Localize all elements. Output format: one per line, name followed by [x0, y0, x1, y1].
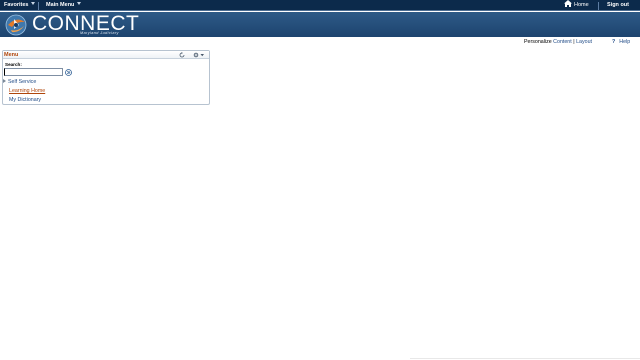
- judiciary-seal-logo: [5, 14, 27, 36]
- chevron-down-icon: [31, 2, 36, 5]
- personalize-content-link[interactable]: Content: [553, 39, 572, 45]
- nav-divider: [598, 2, 599, 10]
- help-label: Help: [619, 39, 631, 45]
- chevron-down-icon: [77, 2, 82, 5]
- footer-divider: [410, 358, 640, 359]
- sign-out-link[interactable]: Sign out: [607, 0, 629, 11]
- menu-link-my-dictionary[interactable]: My Dictionary: [9, 97, 41, 103]
- favorites-menu[interactable]: Favorites: [4, 0, 36, 11]
- personalize-bar: Personalize Content | Layout: [524, 39, 592, 45]
- favorites-label: Favorites: [4, 2, 29, 8]
- sign-out-label: Sign out: [607, 2, 629, 8]
- main-menu[interactable]: Main Menu: [46, 0, 82, 11]
- main-menu-label: Main Menu: [46, 2, 75, 8]
- personalize-separator: |: [573, 39, 575, 45]
- search-go-icon[interactable]: [65, 68, 72, 76]
- help-icon: ?: [612, 39, 616, 45]
- personalize-layout-link[interactable]: Layout: [576, 39, 592, 45]
- header-banner: CONNECT Maryland Judiciary: [0, 12, 640, 37]
- gear-icon[interactable]: [193, 52, 205, 58]
- pagelet-title: Menu: [4, 52, 19, 58]
- menu-link-learning-home[interactable]: Learning Home: [9, 88, 45, 94]
- pagelet-header: Menu: [3, 51, 209, 59]
- home-link[interactable]: Home: [564, 0, 589, 11]
- menu-folder-self-service[interactable]: Self Service: [3, 79, 36, 85]
- expand-arrow-icon: [3, 79, 6, 83]
- help-link[interactable]: ? Help: [612, 39, 630, 45]
- menu-pagelet: Menu Search: Self Service Learning Home …: [2, 50, 210, 105]
- home-icon: [564, 0, 572, 7]
- menu-search-input[interactable]: [4, 68, 63, 76]
- brand-subtitle: Maryland Judiciary: [80, 31, 119, 35]
- menu-folder-label: Self Service: [8, 79, 37, 85]
- search-label: Search:: [5, 62, 22, 67]
- refresh-icon[interactable]: [179, 52, 185, 58]
- nav-divider: [38, 2, 39, 10]
- personalize-label: Personalize: [524, 39, 552, 45]
- top-nav-bar: Favorites Main Menu Home Sign out: [0, 0, 640, 11]
- home-label: Home: [574, 2, 589, 8]
